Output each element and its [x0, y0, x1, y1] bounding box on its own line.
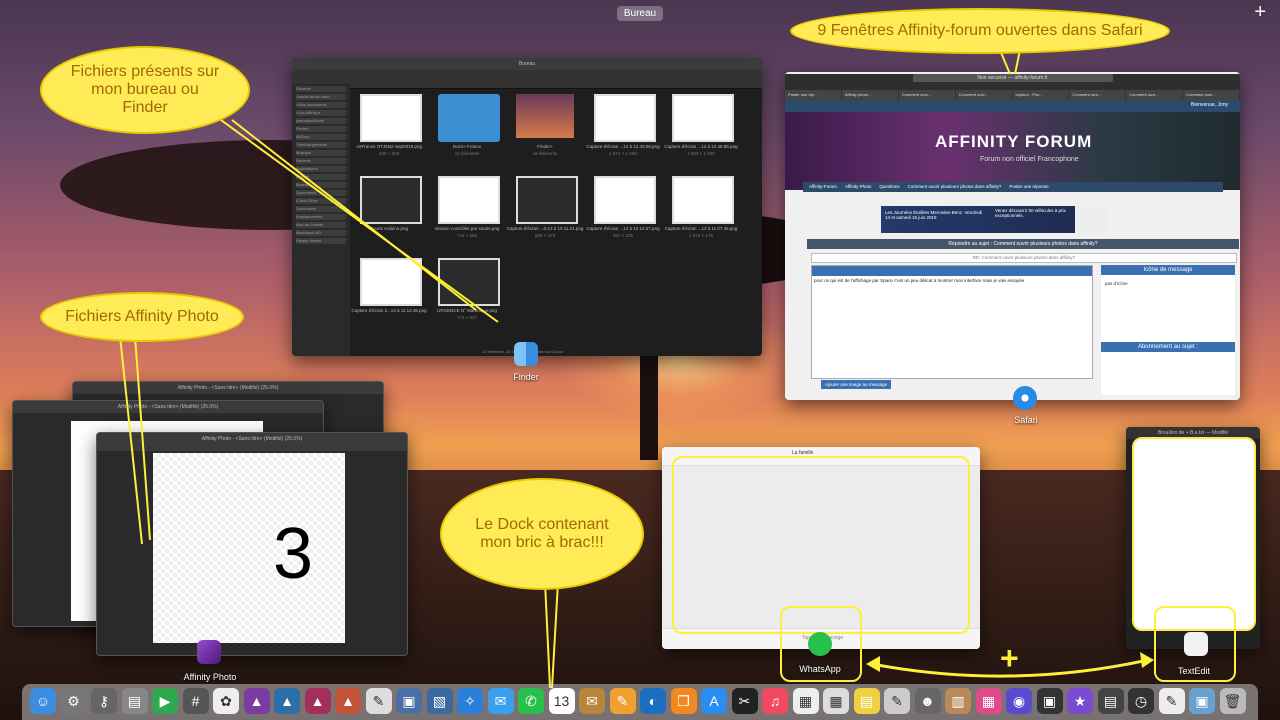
bubble-affinity: Fichiers Affinity Photo [40, 292, 244, 342]
affinity-photo-icon[interactable]: ▲ [243, 688, 270, 714]
affinity-icon[interactable]: ▲ [335, 688, 361, 714]
pages-icon[interactable]: ✎ [609, 688, 636, 714]
bubble-safari: 9 Fenêtres Affinity-forum ouvertes dans … [790, 8, 1170, 54]
calendar-icon[interactable]: 13 [548, 688, 575, 714]
trash-icon[interactable]: 🗑 [1219, 688, 1246, 714]
siri-icon[interactable]: ◉ [1006, 688, 1032, 714]
system-preferences-icon[interactable]: ⚙ [60, 688, 87, 714]
automator-icon[interactable]: ☻ [914, 688, 941, 714]
calculator2-icon[interactable]: ▦ [823, 688, 849, 714]
bubble-affinity-text: Fichiers Affinity Photo [65, 308, 219, 325]
facetime-icon[interactable]: ▶ [152, 688, 178, 714]
screenshot-icon[interactable]: ▣ [396, 688, 422, 714]
edge-icon[interactable]: ◐ [640, 688, 666, 714]
script-icon[interactable]: ✎ [884, 688, 910, 714]
dock[interactable]: ☺ ⚙ ⚷ ▤ ▶ # ✿ ▲ ▲ ▲ ▲ ✎ ▣ ▧ ✧ ✉ ✆ 13 ✉ ✎ ◐ ❒ A ✂ ♫ ▦ ▦ ▤ ✎ ☻ ▥ ▦ ◉ ▣ ★ ▤ ◷ ✎ ▣… [22, 684, 1258, 720]
affinity-designer-icon[interactable]: ▲ [274, 688, 300, 714]
music-icon[interactable]: ♫ [762, 688, 788, 714]
bubble-dock-text: Le Dock contenant mon bric à brac!!! [475, 516, 609, 551]
document-icon[interactable]: ▦ [792, 688, 819, 714]
stickies-icon[interactable]: ▤ [853, 688, 880, 714]
archive-icon[interactable]: ▥ [945, 688, 971, 714]
time-machine-icon[interactable]: ◷ [1128, 688, 1154, 714]
whatsapp-icon[interactable]: ✆ [518, 688, 544, 714]
downloads-icon[interactable]: ▣ [1189, 688, 1215, 714]
messages-icon[interactable]: ✉ [487, 688, 514, 714]
console-icon[interactable]: ▤ [1097, 688, 1124, 714]
preview-icon[interactable]: ✎ [365, 688, 392, 714]
finder-icon[interactable]: ☺ [30, 688, 56, 714]
photos-icon[interactable]: ✿ [213, 688, 239, 714]
activity-monitor-icon[interactable]: ▣ [1036, 688, 1063, 714]
bubble-safari-text: 9 Fenêtres Affinity-forum ouvertes dans … [817, 22, 1143, 39]
safari-icon[interactable]: ✧ [457, 688, 483, 714]
flashcards-icon[interactable]: ▦ [975, 688, 1002, 714]
imovie-icon[interactable]: ★ [1067, 688, 1093, 714]
keychain-icon[interactable]: ⚷ [91, 688, 117, 714]
image-capture-icon[interactable]: ▧ [426, 688, 453, 714]
notes-icon[interactable]: ✉ [579, 688, 605, 714]
bubble-finder: Fichiers présents sur mon bureau ou Find… [40, 46, 250, 134]
textedit-icon[interactable]: ✎ [1158, 688, 1185, 714]
books-icon[interactable]: ❒ [670, 688, 697, 714]
affinity-publisher-icon[interactable]: ▲ [304, 688, 331, 714]
bubble-finder-text: Fichiers présents sur mon bureau ou Find… [70, 63, 220, 116]
bubble-dock: Le Dock contenant mon bric à brac!!! [440, 478, 644, 590]
calculator-icon[interactable]: # [182, 688, 209, 714]
plus-annotation: + [1000, 640, 1019, 676]
app-store-icon[interactable]: A [701, 688, 727, 714]
dvd-icon[interactable]: ✂ [731, 688, 758, 714]
printer-icon[interactable]: ▤ [121, 688, 148, 714]
